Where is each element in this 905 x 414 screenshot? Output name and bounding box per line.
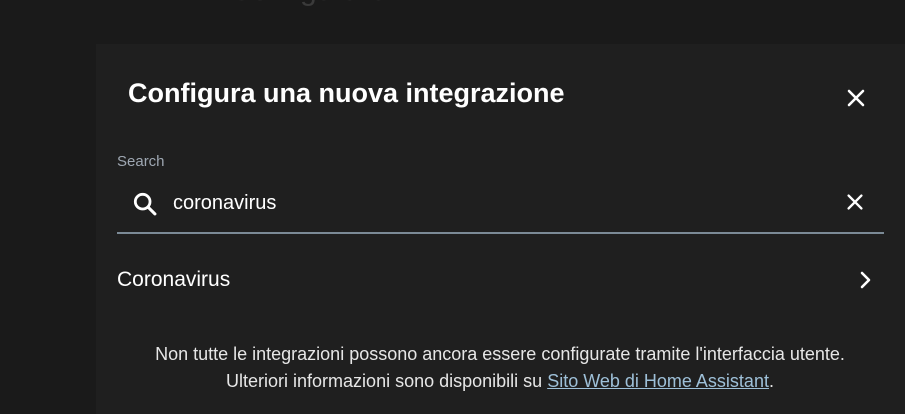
- chevron-right-icon: [860, 271, 871, 289]
- clear-search-button[interactable]: [839, 186, 871, 218]
- dialog-title: Configura una nuova integrazione: [128, 78, 565, 108]
- footer-note: Non tutte le integrazioni possono ancora…: [100, 341, 900, 395]
- list-item-coronavirus[interactable]: Coronavirus: [117, 258, 884, 302]
- background-page-title: Configurare: [230, 0, 387, 8]
- footer-line-2-prefix: Ulteriori informazioni sono disponibili …: [226, 371, 548, 391]
- footer-line-2: Ulteriori informazioni sono disponibili …: [100, 368, 900, 395]
- close-dialog-button[interactable]: [838, 80, 874, 116]
- search-icon: [133, 192, 157, 216]
- close-icon: [847, 194, 863, 210]
- search-field[interactable]: [117, 178, 884, 234]
- search-label: Search: [117, 153, 165, 170]
- footer-line-1: Non tutte le integrazioni possono ancora…: [155, 344, 845, 364]
- search-input[interactable]: [173, 186, 813, 220]
- list-item-label: Coronavirus: [117, 268, 231, 291]
- footer-line-2-suffix: .: [768, 371, 774, 391]
- close-icon: [847, 89, 865, 107]
- home-assistant-link[interactable]: Sito Web di Home Assistant: [547, 371, 769, 391]
